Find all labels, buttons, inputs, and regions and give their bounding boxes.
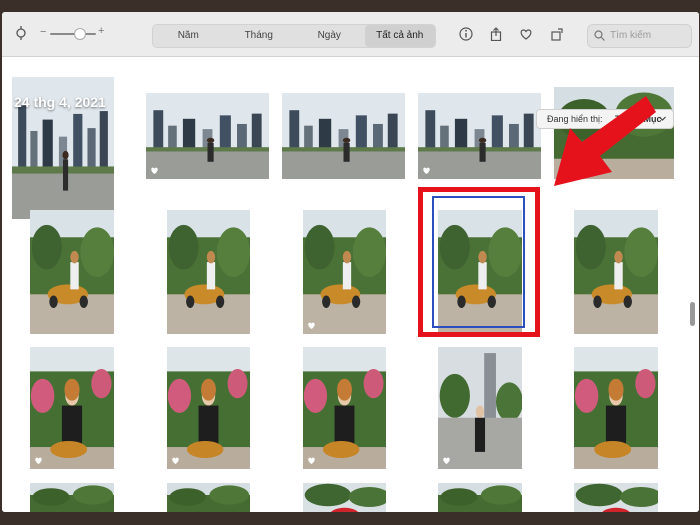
tab-days[interactable]: Ngày: [294, 25, 365, 47]
search-icon: [594, 30, 605, 41]
search-placeholder: Tìm kiếm: [610, 30, 652, 41]
favorite-heart-icon: [35, 457, 42, 465]
favorite-heart-icon: [308, 457, 315, 465]
photo-image: [167, 483, 250, 512]
favorite-heart-icon: [172, 457, 179, 465]
photo-image: [418, 93, 541, 179]
photos-window: − + Năm Tháng Ngày Tất cả ảnh Tìm kiếm 2…: [2, 12, 699, 512]
photo-thumbnail[interactable]: [438, 347, 522, 469]
zoom-plus[interactable]: +: [98, 25, 104, 37]
photo-image: [167, 347, 250, 469]
photo-thumbnail[interactable]: [167, 483, 250, 512]
photo-image: [574, 347, 658, 469]
heart-icon[interactable]: [519, 27, 533, 41]
photo-thumbnail[interactable]: [30, 210, 114, 334]
favorite-heart-icon: [151, 167, 158, 175]
rotate-icon[interactable]: [550, 27, 564, 41]
photo-thumbnail[interactable]: [418, 93, 541, 179]
photo-image: [30, 483, 114, 512]
tab-months[interactable]: Tháng: [224, 25, 295, 47]
photo-image: [30, 347, 114, 469]
photo-image: [146, 93, 269, 179]
tab-years[interactable]: Năm: [153, 25, 224, 47]
photo-image: [303, 347, 386, 469]
photo-thumbnail[interactable]: [574, 483, 658, 512]
tab-all-photos[interactable]: Tất cả ảnh: [364, 25, 435, 47]
favorite-heart-icon: [308, 322, 315, 330]
zoom-slider-knob[interactable]: [74, 28, 86, 40]
photo-thumbnail[interactable]: [167, 347, 250, 469]
photo-thumbnail[interactable]: [282, 93, 405, 179]
photo-image: [303, 210, 386, 334]
info-icon[interactable]: [459, 27, 473, 41]
photo-image: [167, 210, 250, 334]
toolbar: − + Năm Tháng Ngày Tất cả ảnh Tìm kiếm: [2, 12, 699, 57]
favorite-heart-icon: [423, 167, 430, 175]
photo-image: [438, 483, 522, 512]
zoom-minus[interactable]: −: [40, 26, 46, 38]
search-field[interactable]: Tìm kiếm: [587, 24, 692, 48]
selected-photo-outline: [432, 196, 525, 328]
photo-thumbnail[interactable]: [146, 93, 269, 179]
photo-thumbnail[interactable]: [303, 210, 386, 334]
photo-image: [30, 210, 114, 334]
photo-thumbnail[interactable]: [30, 347, 114, 469]
arrow-annotation: [554, 96, 656, 186]
favorite-heart-icon: [443, 457, 450, 465]
photo-thumbnail[interactable]: [167, 210, 250, 334]
photo-thumbnail[interactable]: [574, 210, 658, 334]
photo-image: [574, 210, 658, 334]
screen-frame: − + Năm Tháng Ngày Tất cả ảnh Tìm kiếm 2…: [0, 0, 700, 525]
date-heading: 24 thg 4, 2021: [14, 94, 106, 110]
photo-image: [438, 347, 522, 469]
vertical-scrollbar[interactable]: [690, 302, 695, 326]
photo-image: [574, 483, 658, 512]
photo-thumbnail[interactable]: [438, 483, 522, 512]
slider-icon[interactable]: [14, 26, 28, 40]
photo-thumbnail[interactable]: [30, 483, 114, 512]
photo-image: [282, 93, 405, 179]
photo-thumbnail[interactable]: [574, 347, 658, 469]
zoom-slider[interactable]: [50, 33, 96, 35]
share-icon[interactable]: [489, 27, 503, 41]
photo-thumbnail[interactable]: [303, 483, 386, 512]
photo-thumbnail[interactable]: [303, 347, 386, 469]
photo-image: [303, 483, 386, 512]
view-segmented-control: Năm Tháng Ngày Tất cả ảnh: [152, 24, 436, 48]
